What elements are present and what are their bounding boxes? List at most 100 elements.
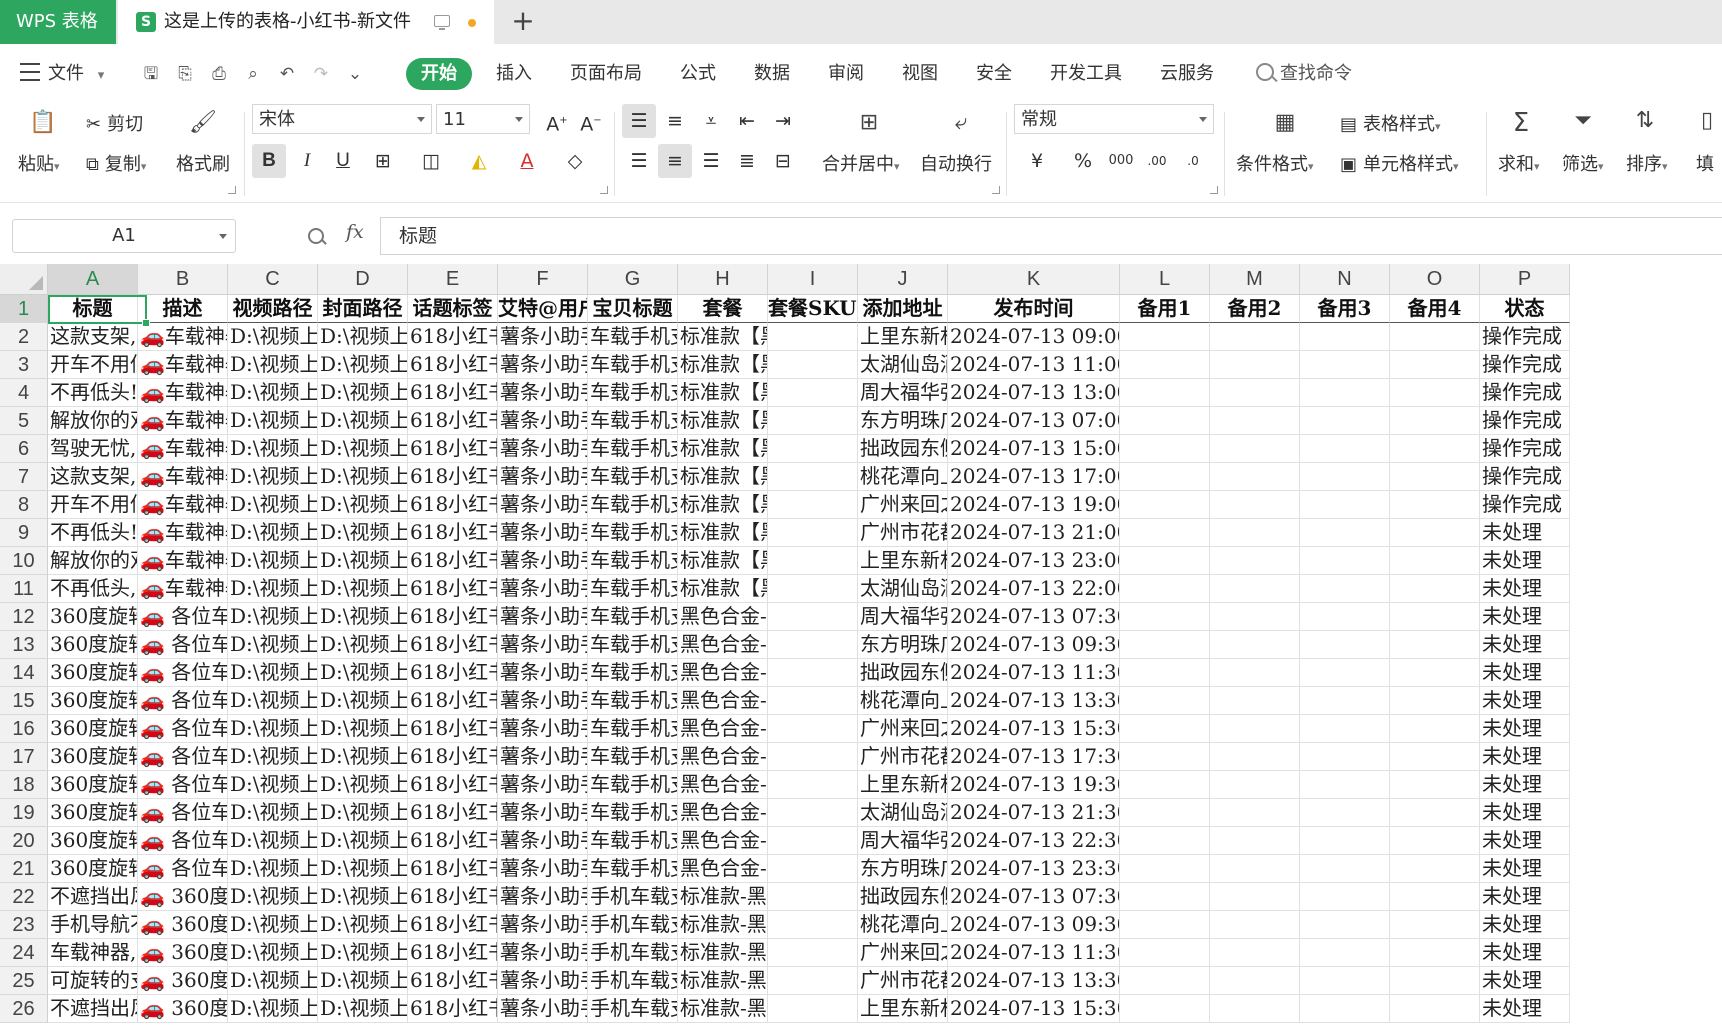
cell-j14[interactable]: 拙政园东侧: [858, 659, 948, 687]
save-icon[interactable]: 🖫: [140, 62, 162, 86]
cell-l23[interactable]: [1120, 911, 1210, 939]
sort-button[interactable]: 排序▾: [1626, 150, 1668, 176]
filter-icon[interactable]: ⏷: [1566, 108, 1600, 133]
cell-e3[interactable]: 618小红书: [408, 351, 498, 379]
cell-j10[interactable]: 上里东新村: [858, 547, 948, 575]
cell-a11[interactable]: 不再低头,: [48, 575, 138, 603]
cell-n1[interactable]: 备用3: [1300, 295, 1390, 323]
cell-d26[interactable]: D:\视频上传: [318, 995, 408, 1023]
cell-c24[interactable]: D:\视频上传: [228, 939, 318, 967]
cell-e4[interactable]: 618小红书: [408, 379, 498, 407]
cell-a20[interactable]: 360度旋转: [48, 827, 138, 855]
cell-f26[interactable]: 薯条小助手: [498, 995, 588, 1023]
align-left-icon[interactable]: ☰: [622, 144, 656, 178]
cell-l3[interactable]: [1120, 351, 1210, 379]
row-header[interactable]: 5: [0, 407, 48, 435]
cell-c14[interactable]: D:\视频上传: [228, 659, 318, 687]
cell-f9[interactable]: 薯条小助手: [498, 519, 588, 547]
row-header[interactable]: 23: [0, 911, 48, 939]
customize-toolbar-icon[interactable]: ⌄: [344, 62, 366, 86]
cell-g22[interactable]: 手机车载支: [588, 883, 678, 911]
cell-h26[interactable]: 标准款-黑: [678, 995, 768, 1023]
cell-o1[interactable]: 备用4: [1390, 295, 1480, 323]
decrease-indent-icon[interactable]: ⇤: [730, 104, 764, 138]
cell-a3[interactable]: 开车不用低: [48, 351, 138, 379]
cell-j24[interactable]: 广州来回之: [858, 939, 948, 967]
fill-pattern-icon[interactable]: ◫: [414, 144, 448, 178]
wrap-text-icon[interactable]: ⤶: [944, 110, 978, 135]
row-header[interactable]: 20: [0, 827, 48, 855]
justify-icon[interactable]: ≣: [730, 144, 764, 178]
cell-b23[interactable]: 🚗 360度旋: [138, 911, 228, 939]
cell-n9[interactable]: [1300, 519, 1390, 547]
font-name-select[interactable]: 宋体: [252, 104, 432, 134]
cell-j3[interactable]: 太湖仙岛酒: [858, 351, 948, 379]
cell-h3[interactable]: 标准款【黑: [678, 351, 768, 379]
cell-l17[interactable]: [1120, 743, 1210, 771]
cell-h15[interactable]: 黑色合金-: [678, 687, 768, 715]
cell-k8[interactable]: 2024-07-13 19:00: [948, 491, 1120, 519]
cell-h17[interactable]: 黑色合金-: [678, 743, 768, 771]
cell-h25[interactable]: 标准款-黑: [678, 967, 768, 995]
row-header[interactable]: 17: [0, 743, 48, 771]
cell-k1[interactable]: 发布时间: [948, 295, 1120, 323]
cell-i2[interactable]: [768, 323, 858, 351]
cell-e8[interactable]: 618小红书: [408, 491, 498, 519]
cell-p8[interactable]: 操作完成: [1480, 491, 1570, 519]
cell-o7[interactable]: [1390, 463, 1480, 491]
cell-e14[interactable]: 618小红书: [408, 659, 498, 687]
cell-i18[interactable]: [768, 771, 858, 799]
cell-i25[interactable]: [768, 967, 858, 995]
cell-o21[interactable]: [1390, 855, 1480, 883]
cell-d4[interactable]: D:\视频上传: [318, 379, 408, 407]
cell-d22[interactable]: D:\视频上传: [318, 883, 408, 911]
cell-e5[interactable]: 618小红书: [408, 407, 498, 435]
cell-a22[interactable]: 不遮挡出风: [48, 883, 138, 911]
align-right-icon[interactable]: ☰: [694, 144, 728, 178]
cell-k10[interactable]: 2024-07-13 23:00: [948, 547, 1120, 575]
cell-e7[interactable]: 618小红书: [408, 463, 498, 491]
cell-g9[interactable]: 车载手机支架: [588, 519, 678, 547]
cell-n19[interactable]: [1300, 799, 1390, 827]
cell-b8[interactable]: 🚗车载神器: [138, 491, 228, 519]
row-header[interactable]: 15: [0, 687, 48, 715]
column-header-n[interactable]: N: [1300, 264, 1390, 295]
cell-c7[interactable]: D:\视频上传: [228, 463, 318, 491]
row-header[interactable]: 4: [0, 379, 48, 407]
cell-m7[interactable]: [1210, 463, 1300, 491]
tab-review[interactable]: 审阅: [828, 44, 864, 104]
paste-icon[interactable]: 📋: [28, 110, 58, 135]
cell-d23[interactable]: D:\视频上传: [318, 911, 408, 939]
row-header[interactable]: 21: [0, 855, 48, 883]
cell-k15[interactable]: 2024-07-13 13:30: [948, 687, 1120, 715]
file-menu-button[interactable]: 文件 ▾: [20, 44, 104, 106]
cell-n2[interactable]: [1300, 323, 1390, 351]
cell-a1[interactable]: 标题: [48, 295, 138, 323]
cell-g17[interactable]: 车载手机支架: [588, 743, 678, 771]
cell-f17[interactable]: 薯条小助手: [498, 743, 588, 771]
underline-button[interactable]: U: [326, 144, 360, 178]
cell-c18[interactable]: D:\视频上传: [228, 771, 318, 799]
cell-i3[interactable]: [768, 351, 858, 379]
cell-a21[interactable]: 360度旋转: [48, 855, 138, 883]
cell-o17[interactable]: [1390, 743, 1480, 771]
tab-data[interactable]: 数据: [754, 44, 790, 104]
cell-h9[interactable]: 标准款【黑: [678, 519, 768, 547]
row-header[interactable]: 18: [0, 771, 48, 799]
cell-p26[interactable]: 未处理: [1480, 995, 1570, 1023]
sum-button[interactable]: 求和▾: [1498, 150, 1540, 176]
cell-p1[interactable]: 状态: [1480, 295, 1570, 323]
cell-g5[interactable]: 车载手机支架: [588, 407, 678, 435]
fill-icon[interactable]: ▯: [1692, 108, 1722, 133]
cell-o24[interactable]: [1390, 939, 1480, 967]
cell-o12[interactable]: [1390, 603, 1480, 631]
decrease-font-icon[interactable]: A−: [574, 104, 608, 138]
cell-n21[interactable]: [1300, 855, 1390, 883]
italic-button[interactable]: I: [290, 144, 324, 178]
column-header-i[interactable]: I: [768, 264, 858, 295]
cell-f2[interactable]: 薯条小助手: [498, 323, 588, 351]
cell-o20[interactable]: [1390, 827, 1480, 855]
cell-f3[interactable]: 薯条小助手: [498, 351, 588, 379]
cell-g13[interactable]: 车载手机支架: [588, 631, 678, 659]
cell-p7[interactable]: 操作完成: [1480, 463, 1570, 491]
